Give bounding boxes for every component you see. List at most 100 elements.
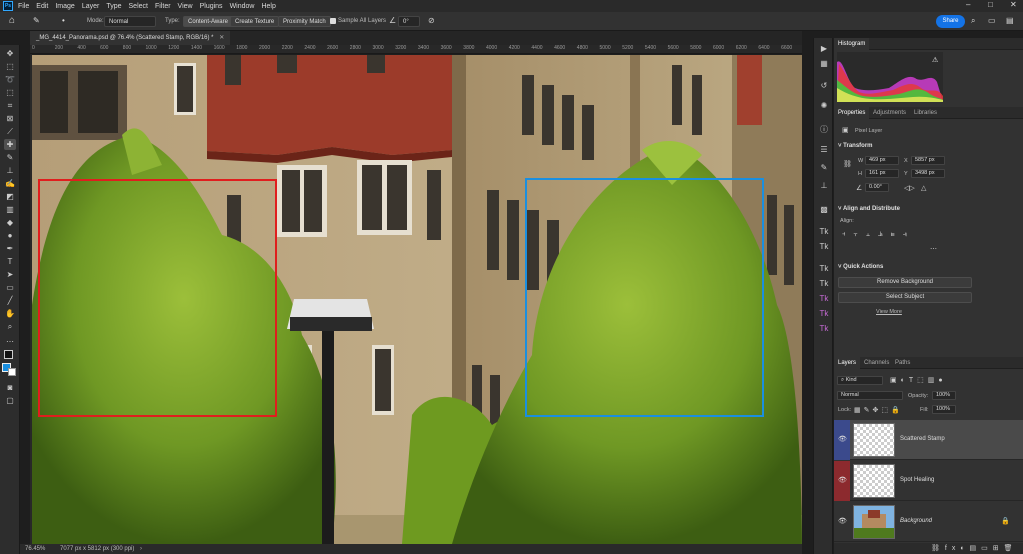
- w-field[interactable]: 469 px: [865, 156, 899, 165]
- arrange-icon[interactable]: ▭: [988, 16, 996, 25]
- menu-view[interactable]: View: [178, 3, 193, 10]
- layer-filter-icons[interactable]: ▣◐T⬚▥●: [890, 376, 947, 384]
- menu-type[interactable]: Type: [106, 3, 121, 10]
- fill-field[interactable]: 100%: [932, 405, 956, 414]
- view-more-link[interactable]: View More: [876, 309, 902, 315]
- angle-input[interactable]: 0°: [398, 16, 420, 27]
- top-ruler[interactable]: 0 200 400 600 800 1000 1200 1400 1600 1800 2000 220…: [30, 45, 802, 54]
- histogram-warning-icon[interactable]: ⚠: [932, 56, 938, 64]
- minimize-icon[interactable]: –: [966, 0, 970, 9]
- background-color-swatch-2[interactable]: [8, 368, 16, 376]
- eraser-tool-icon[interactable]: ◩: [4, 191, 16, 202]
- screen-mode-icon[interactable]: ▢: [4, 395, 16, 406]
- blend-mode-select[interactable]: Normal: [837, 391, 903, 400]
- remove-background-button[interactable]: Remove Background: [838, 277, 972, 288]
- object-select-tool-icon[interactable]: ⬚: [4, 87, 16, 98]
- layer-name[interactable]: Spot Healing: [900, 477, 934, 483]
- type-style-icon-3[interactable]: Tk: [818, 323, 830, 335]
- align-buttons-row[interactable]: ⫞⫟⫠⫡⫢⫣: [842, 231, 915, 239]
- history-icon[interactable]: ↺: [818, 80, 830, 92]
- menu-file[interactable]: File: [18, 3, 29, 10]
- glyphs-icon[interactable]: Tk: [818, 263, 830, 275]
- menu-edit[interactable]: Edit: [36, 3, 48, 10]
- rectangle-tool-icon[interactable]: ▭: [4, 282, 16, 293]
- adjustments-icon[interactable]: ✺: [818, 100, 830, 112]
- quick-mask-icon[interactable]: ◙: [4, 382, 16, 393]
- visibility-eye-icon[interactable]: 👁: [838, 476, 847, 484]
- menu-window[interactable]: Window: [230, 3, 255, 10]
- link-icon[interactable]: ⛓: [843, 160, 852, 168]
- tab-channels[interactable]: Channels: [860, 357, 893, 369]
- tab-layers[interactable]: Layers: [834, 357, 861, 369]
- x-field[interactable]: 5857 px: [911, 156, 945, 165]
- patterns-icon[interactable]: ▩: [818, 204, 830, 216]
- clone-stamp-tool-icon[interactable]: ⊥: [4, 165, 16, 176]
- type-style-icon-1[interactable]: Tk: [818, 293, 830, 305]
- h-field[interactable]: 161 px: [865, 169, 899, 178]
- document-size[interactable]: 7077 px x 5812 px (300 ppi): [60, 544, 134, 554]
- angle-field[interactable]: 0.00°: [865, 183, 889, 192]
- character-icon[interactable]: Tk: [818, 226, 830, 238]
- zoom-level[interactable]: 76.45%: [25, 544, 45, 554]
- home-icon[interactable]: ⌂: [9, 15, 15, 26]
- document-tab[interactable]: _MG_4414_Panorama.psd @ 76.4% (Scattered…: [30, 31, 231, 45]
- path-select-tool-icon[interactable]: ➤: [4, 269, 16, 280]
- layers-footer-icons[interactable]: ⛓fx◐▤▭⊞🗑: [931, 544, 1018, 552]
- search-icon[interactable]: ⌕: [971, 16, 975, 26]
- pressure-icon[interactable]: ⊘: [428, 16, 435, 25]
- brush-tool-icon[interactable]: ✎: [4, 152, 16, 163]
- type-tool-icon[interactable]: T: [4, 256, 16, 267]
- flip-horizontal-icon[interactable]: ◁▷: [904, 184, 915, 192]
- maximize-icon[interactable]: □: [988, 0, 993, 9]
- status-chevron-icon[interactable]: ›: [140, 544, 142, 554]
- proximity-match-button[interactable]: Proximity Match: [278, 16, 331, 27]
- menu-layer[interactable]: Layer: [82, 3, 100, 10]
- clone-source-icon[interactable]: ⊥: [818, 180, 830, 192]
- mode-select[interactable]: Normal: [104, 16, 156, 27]
- pen-tool-icon[interactable]: ✒: [4, 243, 16, 254]
- tab-paths[interactable]: Paths: [891, 357, 914, 369]
- align-distribute-title[interactable]: ˅ Align and Distribute: [838, 206, 900, 212]
- layer-row-spot-healing[interactable]: 👁 Spot Healing: [834, 461, 1023, 501]
- lock-icons[interactable]: ▦✎✥⬚🔒: [854, 406, 903, 414]
- quick-actions-title[interactable]: ˅ Quick Actions: [838, 264, 883, 270]
- type-style-icon-2[interactable]: Tk: [818, 308, 830, 320]
- eyedropper-tool-icon[interactable]: ⟋: [4, 126, 16, 137]
- tab-histogram[interactable]: Histogram: [834, 38, 870, 50]
- menu-plugins[interactable]: Plugins: [200, 3, 223, 10]
- tab-adjustments[interactable]: Adjustments: [869, 107, 910, 119]
- layer-row-background[interactable]: 👁 Background 🔒: [834, 502, 1023, 542]
- move-tool-icon[interactable]: ✥: [4, 48, 16, 59]
- tab-properties[interactable]: Properties: [834, 107, 870, 119]
- workspace-icon[interactable]: ▤: [1006, 16, 1014, 25]
- visibility-eye-icon[interactable]: 👁: [838, 517, 847, 525]
- sample-all-layers-checkbox[interactable]: [330, 18, 336, 24]
- crop-tool-icon[interactable]: ⌗: [4, 100, 16, 111]
- hand-tool-icon[interactable]: ✋: [4, 308, 16, 319]
- menu-image[interactable]: Image: [55, 3, 74, 10]
- y-field[interactable]: 3498 px: [911, 169, 945, 178]
- comments-icon[interactable]: ▦: [818, 58, 830, 70]
- flip-vertical-icon[interactable]: △: [921, 184, 926, 192]
- paragraph-icon[interactable]: Tk: [818, 241, 830, 253]
- menu-select[interactable]: Select: [129, 3, 148, 10]
- gradient-tool-icon[interactable]: ▥: [4, 204, 16, 215]
- layer-filter-select[interactable]: ⌕ Kind: [837, 376, 883, 385]
- lock-icon[interactable]: 🔒: [1001, 517, 1010, 525]
- properties-icon[interactable]: ☰: [818, 144, 830, 156]
- transform-title[interactable]: ˅ Transform: [838, 143, 873, 149]
- marquee-tool-icon[interactable]: ⬚: [4, 61, 16, 72]
- background-color-swatch[interactable]: [4, 350, 13, 359]
- brush-size-icon[interactable]: •: [62, 16, 65, 25]
- history-brush-tool-icon[interactable]: ✍: [4, 178, 16, 189]
- opacity-field[interactable]: 100%: [932, 391, 956, 400]
- photoshop-logo-icon[interactable]: Ps: [3, 1, 13, 11]
- close-icon[interactable]: ✕: [1010, 0, 1017, 9]
- lasso-tool-icon[interactable]: ➰: [4, 74, 16, 85]
- layer-name[interactable]: Background: [900, 518, 932, 524]
- stamp-tool-preset-icon[interactable]: ✎: [33, 16, 40, 25]
- menu-filter[interactable]: Filter: [155, 3, 171, 10]
- blur-tool-icon[interactable]: ◆: [4, 217, 16, 228]
- info-icon[interactable]: ⓘ: [818, 124, 830, 136]
- menu-help[interactable]: Help: [261, 3, 275, 10]
